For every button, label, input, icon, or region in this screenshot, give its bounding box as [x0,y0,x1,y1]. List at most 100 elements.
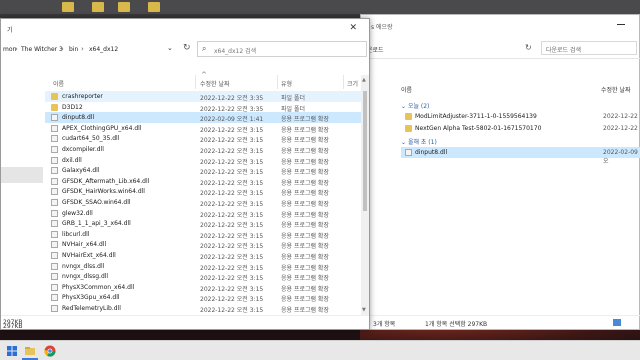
column-header-date[interactable]: 수정한 날짜 [601,85,631,94]
column-header-name[interactable]: 이름 [53,79,64,88]
vertical-scrollbar[interactable]: ▲ ▼ [361,75,369,315]
minimize-button[interactable] [617,24,625,25]
file-row[interactable]: NVHairExt_x64.dll 2022-12-22 오전 3:15 응용 프로… [45,250,361,261]
address-bar: 운로드 ↻ 다운로드 검색 [361,37,640,59]
file-name: GFSDK_Aftermath_Lib.x64.dll [62,177,150,185]
list-item[interactable]: ModLimitAdjuster-3711-1-0-1559564139 202… [401,111,640,122]
close-icon[interactable]: ✕ [349,23,357,33]
file-row[interactable]: RedTelemetryLib.dll 2022-12-22 오전 3:15 응용 … [45,303,361,314]
file-icon [51,294,58,302]
file-row[interactable]: PhysX3Gpu_x64.dll 2022-12-22 오전 3:15 응용 프로… [45,292,361,303]
file-row[interactable]: GRB_1_1_api_3_x64.dll 2022-12-22 오전 3:15 응… [45,218,361,229]
breadcrumb-item[interactable]: The Witcher 3 [21,46,63,53]
column-header-date[interactable]: 수정한 날짜 [200,79,230,88]
file-icon [51,124,58,132]
file-icon [51,252,58,259]
scrollbar-thumb[interactable] [363,91,367,211]
folder-row[interactable]: D3D12 2022-12-22 오전 3:35 파일 폴더 [45,102,361,113]
refresh-icon[interactable]: ↻ [183,43,191,53]
file-list[interactable]: crashreporter 2022-12-22 오전 3:35 파일 폴더 D3D1… [45,91,361,315]
file-icon [51,262,58,270]
file-row[interactable]: glew32.dll 2022-12-22 오전 3:15 응용 프로그램 확장 [45,208,361,219]
selection-info: 1개 항목 선택함 297KB [425,321,488,328]
details-view-icon[interactable] [613,319,621,326]
search-input[interactable]: ⌕ x64_dx12 검색 [197,41,367,57]
scroll-up-icon[interactable]: ▲ [362,77,366,83]
file-name: dxil.dll [62,156,82,164]
navigation-pane[interactable]: 297KB [1,67,43,330]
file-icon [51,188,58,196]
file-row[interactable]: GFSDK_Aftermath_Lib.x64.dll 2022-12-22 오전… [45,176,361,187]
file-row[interactable]: dxcompiler.dll 2022-12-22 오전 3:15 응용 프로그램 … [45,144,361,155]
file-name: GFSDK_SSAO.win64.dll [62,199,131,206]
search-placeholder: x64_dx12 검색 [214,48,257,55]
column-divider[interactable] [343,75,344,89]
list-item[interactable]: NextGen Alpha Test-5802-01-1671570170 20… [401,123,640,134]
group-label: 올해 초 (1) [407,139,437,146]
file-row[interactable]: nvngx_dlss.dll 2022-12-22 오전 3:15 응용 프로그램 … [45,261,361,272]
file-row[interactable]: PhysX3Common_x64.dll 2022-12-22 오전 3:15 응용… [45,282,361,293]
item-name: ModLimitAdjuster-3711-1-0-1559564139 [415,113,537,120]
folder-icon[interactable] [118,2,130,12]
file-name: nvngx_dlss.dll [62,262,105,270]
address-bar[interactable]: mon › The Witcher 3 › bin › x64_dx12 ⌄ ↻… [1,41,369,59]
column-headers: 이름 수정한 날짜 유형 크기 [45,75,369,89]
column-divider[interactable] [277,75,278,89]
column-header-size[interactable]: 크기 [347,79,358,88]
folder-icon[interactable] [62,2,74,12]
chevron-right-icon: › [15,45,18,53]
file-icon [51,135,58,143]
file-row[interactable]: nvngx_dlssg.dll 2022-12-22 오전 3:15 응용 프로그램… [45,271,361,282]
file-date: 2022-12-22 오전 3:15 [200,307,264,314]
scroll-down-icon[interactable]: ▼ [362,307,366,313]
chrome-icon[interactable] [44,345,56,357]
file-icon [51,209,58,217]
file-row[interactable]: dxil.dll 2022-12-22 오전 3:15 응용 프로그램 확장 [45,155,361,166]
file-name: PhysX3Common_x64.dll [62,283,135,291]
breadcrumb-item[interactable]: bin [69,46,78,53]
file-name: GRB_1_1_api_3_x64.dll [62,220,131,228]
status-bar: 297KB [1,315,369,329]
file-name: nvngx_dlssg.dll [62,273,109,281]
file-icon [51,199,58,206]
file-name: libcurl.dll [62,230,90,238]
column-header-type[interactable]: 유형 [281,79,292,88]
item-date: 2022-12-22 [603,113,638,120]
file-row[interactable]: GFSDK_SSAO.win64.dll 2022-12-22 오전 3:15 응용… [45,197,361,208]
chevron-down-icon[interactable]: ⌄ [167,44,173,52]
file-row[interactable]: cudart64_50_35.dll 2022-12-22 오전 3:15 응용 프… [45,133,361,144]
item-count: 3개 항목 [373,321,396,328]
file-icon [51,283,58,291]
file-name: GFSDK_HairWorks.win64.dll [62,188,145,196]
file-name: NVHair_x64.dll [62,241,107,249]
windows-start-icon[interactable] [6,345,18,357]
column-header-name[interactable]: 이름 [401,85,412,94]
file-row[interactable]: GFSDK_HairWorks.win64.dll 2022-12-22 오전 3… [45,186,361,197]
file-row[interactable]: APEX_ClothingGPU_x64.dll 2022-12-22 오전 3:… [45,123,361,134]
status-bar: 3개 항목 1개 항목 선택함 297KB [361,315,640,329]
file-row[interactable]: libcurl.dll 2022-12-22 오전 3:15 응용 프로그램 확장 [45,229,361,240]
item-name: dinput8.dll [415,149,448,156]
folder-icon[interactable] [148,2,160,12]
file-row[interactable]: dinput8.dll 2022-02-09 오전 1:41 응용 프로그램 확장 [45,112,361,124]
folder-row[interactable]: crashreporter 2022-12-22 오전 3:35 파일 폴더 [45,91,361,102]
group-earlier[interactable]: ⌄ 올해 초 (1) [401,137,437,146]
explorer-window[interactable]: 기 ✕ mon › The Witcher 3 › bin › x64_dx12… [0,18,370,330]
search-input[interactable]: 다운로드 검색 [541,41,637,55]
breadcrumb-item[interactable]: x64_dx12 [89,46,118,53]
folder-icon[interactable] [92,2,104,12]
file-icon [405,149,412,156]
list-item-selected[interactable]: dinput8.dll 2022-02-09 오 [401,147,640,165]
file-row[interactable]: NVHair_x64.dll 2022-12-22 오전 3:15 응용 프로그램 … [45,239,361,250]
file-name: cudart64_50_35.dll [62,135,120,143]
item-name: NextGen Alpha Test-5802-01-1671570170 [415,125,542,132]
downloads-window[interactable]: s 에으랑 운로드 ↻ 다운로드 검색 이름 수정한 날짜 ⌄ 오늘 (2) M… [360,14,640,330]
file-explorer-icon[interactable] [24,345,36,357]
file-name: APEX_ClothingGPU_x64.dll [62,124,142,132]
column-divider[interactable] [195,75,196,89]
refresh-icon[interactable]: ↻ [525,43,532,52]
file-row[interactable]: Galaxy64.dll 2022-12-22 오전 3:15 응용 프로그램 확장 [45,165,361,176]
nav-selected-item[interactable] [1,167,43,183]
group-today[interactable]: ⌄ 오늘 (2) [401,101,429,110]
search-icon: ⌕ [202,44,207,53]
